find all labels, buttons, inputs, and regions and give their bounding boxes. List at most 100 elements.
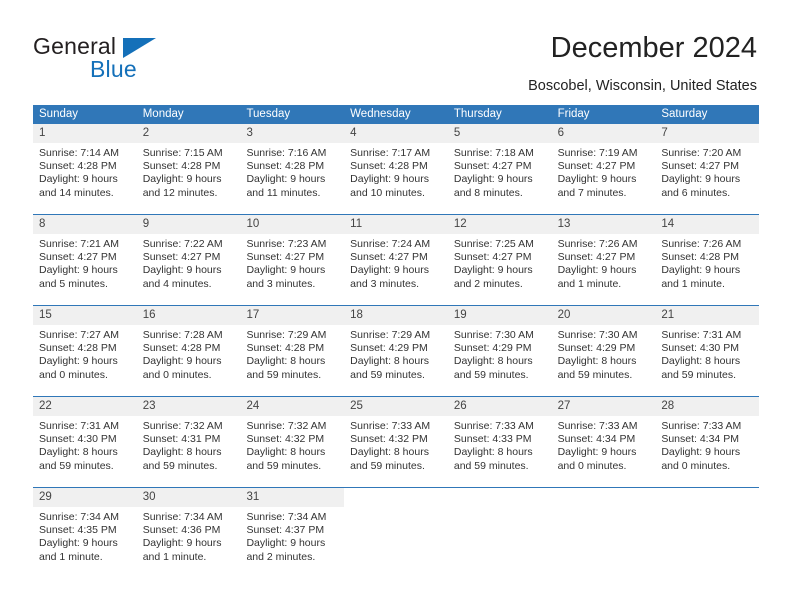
- daylight-duration-line1: Daylight: 8 hours: [350, 355, 429, 368]
- sunset-time: Sunset: 4:29 PM: [453, 342, 532, 355]
- day-details: Sunrise: 7:34 AM Sunset: 4:36 PM Daylight:…: [137, 507, 241, 564]
- sunset-time: Sunset: 4:36 PM: [142, 524, 221, 537]
- calendar-day-cell[interactable]: 27 Sunrise: 7:33 AM Sunset: 4:34 PM Dayligh…: [551, 397, 656, 487]
- calendar-day-cell[interactable]: 11 Sunrise: 7:24 AM Sunset: 4:27 PM Dayligh…: [344, 215, 448, 305]
- calendar-day-cell[interactable]: 12 Sunrise: 7:25 AM Sunset: 4:27 PM Dayligh…: [447, 215, 552, 305]
- weekday-header-monday: Monday: [142, 108, 184, 120]
- daylight-duration-line1: Daylight: 9 hours: [661, 446, 741, 459]
- calendar-day-cell[interactable]: 15 Sunrise: 7:27 AM Sunset: 4:28 PM Dayligh…: [33, 306, 137, 396]
- sunset-time: Sunset: 4:31 PM: [142, 433, 221, 446]
- sunset-time: Sunset: 4:32 PM: [350, 433, 428, 446]
- page-header: General Blue December 2024 Boscobel, Wis…: [0, 0, 792, 100]
- calendar-day-cell[interactable]: 19 Sunrise: 7:30 AM Sunset: 4:29 PM Dayligh…: [447, 306, 552, 396]
- calendar-day-cell[interactable]: 20 Sunrise: 7:30 AM Sunset: 4:29 PM Dayligh…: [551, 306, 656, 396]
- day-number: 24: [240, 397, 345, 416]
- sunset-time: Sunset: 4:33 PM: [453, 433, 532, 446]
- calendar-day-cell[interactable]: 9 Sunrise: 7:22 AM Sunset: 4:27 PM Daylight…: [136, 215, 241, 305]
- daylight-duration-line1: Daylight: 9 hours: [39, 173, 118, 186]
- sunset-time: Sunset: 4:27 PM: [557, 160, 636, 173]
- calendar-day-cell[interactable]: 4 Sunrise: 7:17 AM Sunset: 4:28 PM Daylight…: [344, 124, 448, 214]
- daylight-duration-line2: and 7 minutes.: [557, 186, 627, 199]
- calendar-day-cell[interactable]: 1 Sunrise: 7:14 AM Sunset: 4:28 PM Daylight…: [33, 124, 137, 214]
- day-details: Sunrise: 7:34 AM Sunset: 4:37 PM Daylight:…: [240, 507, 344, 564]
- day-number: 16: [136, 306, 241, 325]
- daylight-duration-line2: and 4 minutes.: [142, 277, 212, 290]
- day-number: 2: [136, 124, 241, 143]
- daylight-duration-line2: and 0 minutes.: [39, 368, 108, 381]
- daylight-duration-line1: Daylight: 8 hours: [453, 446, 533, 459]
- sunrise-time: Sunrise: 7:15 AM: [142, 147, 223, 159]
- general-blue-logo[interactable]: General Blue: [33, 33, 213, 85]
- day-details: Sunrise: 7:21 AM Sunset: 4:27 PM Daylight:…: [33, 234, 137, 291]
- calendar-day-cell[interactable]: 26 Sunrise: 7:33 AM Sunset: 4:33 PM Dayligh…: [447, 397, 552, 487]
- day-number: [344, 488, 448, 507]
- calendar-day-cell[interactable]: 21 Sunrise: 7:31 AM Sunset: 4:30 PM Dayligh…: [655, 306, 760, 396]
- calendar-day-cell[interactable]: 29 Sunrise: 7:34 AM Sunset: 4:35 PM Dayligh…: [33, 488, 137, 578]
- daylight-duration-line2: and 6 minutes.: [661, 186, 731, 199]
- day-details: Sunrise: 7:28 AM Sunset: 4:28 PM Daylight:…: [137, 325, 241, 382]
- daylight-duration-line2: and 0 minutes.: [557, 459, 627, 472]
- sunrise-time: Sunrise: 7:31 AM: [39, 420, 119, 432]
- calendar-day-cell[interactable]: 17 Sunrise: 7:29 AM Sunset: 4:28 PM Dayligh…: [240, 306, 345, 396]
- month-calendar: Sunday Monday Tuesday Wednesday Thursday…: [33, 105, 760, 578]
- sunset-time: Sunset: 4:27 PM: [350, 251, 428, 264]
- day-details: [655, 507, 759, 511]
- calendar-day-cell[interactable]: 14 Sunrise: 7:26 AM Sunset: 4:28 PM Dayligh…: [655, 215, 760, 305]
- sunrise-time: Sunrise: 7:29 AM: [246, 329, 327, 341]
- calendar-day-cell[interactable]: 13 Sunrise: 7:26 AM Sunset: 4:27 PM Dayligh…: [551, 215, 656, 305]
- calendar-day-cell[interactable]: 24 Sunrise: 7:32 AM Sunset: 4:32 PM Dayligh…: [240, 397, 345, 487]
- calendar-day-cell[interactable]: 5 Sunrise: 7:18 AM Sunset: 4:27 PM Daylight…: [447, 124, 552, 214]
- sunset-time: Sunset: 4:37 PM: [246, 524, 325, 537]
- day-details: Sunrise: 7:31 AM Sunset: 4:30 PM Daylight:…: [33, 416, 137, 473]
- calendar-day-cell[interactable]: 8 Sunrise: 7:21 AM Sunset: 4:27 PM Daylight…: [33, 215, 137, 305]
- daylight-duration-line2: and 5 minutes.: [39, 277, 108, 290]
- daylight-duration-line2: and 1 minute.: [142, 550, 207, 563]
- calendar-day-cell[interactable]: 7 Sunrise: 7:20 AM Sunset: 4:27 PM Daylight…: [655, 124, 760, 214]
- calendar-day-cell[interactable]: 16 Sunrise: 7:28 AM Sunset: 4:28 PM Dayligh…: [136, 306, 241, 396]
- daylight-duration-line1: Daylight: 8 hours: [246, 355, 326, 368]
- sunset-time: Sunset: 4:28 PM: [142, 342, 221, 355]
- daylight-duration-line1: Daylight: 8 hours: [661, 355, 741, 368]
- calendar-day-cell-empty: [447, 488, 552, 578]
- day-number: 9: [136, 215, 241, 234]
- calendar-day-cell[interactable]: 6 Sunrise: 7:19 AM Sunset: 4:27 PM Daylight…: [551, 124, 656, 214]
- sunset-time: Sunset: 4:28 PM: [350, 160, 428, 173]
- calendar-page: General Blue December 2024 Boscobel, Wis…: [0, 0, 792, 612]
- day-details: Sunrise: 7:33 AM Sunset: 4:32 PM Daylight:…: [344, 416, 448, 473]
- calendar-day-cell[interactable]: 31 Sunrise: 7:34 AM Sunset: 4:37 PM Dayligh…: [240, 488, 345, 578]
- page-title: December 2024: [550, 32, 757, 64]
- day-details: Sunrise: 7:23 AM Sunset: 4:27 PM Daylight:…: [240, 234, 344, 291]
- daylight-duration-line1: Daylight: 9 hours: [39, 537, 118, 550]
- daylight-duration-line1: Daylight: 9 hours: [142, 173, 222, 186]
- sunrise-time: Sunrise: 7:27 AM: [39, 329, 119, 341]
- sunset-time: Sunset: 4:27 PM: [142, 251, 221, 264]
- daylight-duration-line1: Daylight: 9 hours: [39, 355, 118, 368]
- day-details: [448, 507, 552, 511]
- calendar-day-cell[interactable]: 30 Sunrise: 7:34 AM Sunset: 4:36 PM Dayligh…: [136, 488, 241, 578]
- calendar-day-cell[interactable]: 23 Sunrise: 7:32 AM Sunset: 4:31 PM Dayligh…: [136, 397, 241, 487]
- sunrise-time: Sunrise: 7:26 AM: [661, 238, 742, 250]
- sunset-time: Sunset: 4:34 PM: [557, 433, 636, 446]
- day-number: 18: [344, 306, 448, 325]
- daylight-duration-line2: and 3 minutes.: [246, 277, 316, 290]
- calendar-day-cell[interactable]: 22 Sunrise: 7:31 AM Sunset: 4:30 PM Dayligh…: [33, 397, 137, 487]
- day-number: 17: [240, 306, 345, 325]
- daylight-duration-line1: Daylight: 9 hours: [350, 264, 429, 277]
- calendar-day-cell[interactable]: 10 Sunrise: 7:23 AM Sunset: 4:27 PM Dayligh…: [240, 215, 345, 305]
- day-number: 5: [447, 124, 552, 143]
- day-number: 25: [344, 397, 448, 416]
- day-details: Sunrise: 7:31 AM Sunset: 4:30 PM Daylight:…: [655, 325, 759, 382]
- calendar-day-cell[interactable]: 18 Sunrise: 7:29 AM Sunset: 4:29 PM Dayligh…: [344, 306, 448, 396]
- daylight-duration-line2: and 59 minutes.: [39, 459, 114, 472]
- day-number: 13: [551, 215, 656, 234]
- daylight-duration-line1: Daylight: 8 hours: [350, 446, 429, 459]
- calendar-day-cell[interactable]: 28 Sunrise: 7:33 AM Sunset: 4:34 PM Dayligh…: [655, 397, 760, 487]
- calendar-day-cell[interactable]: 25 Sunrise: 7:33 AM Sunset: 4:32 PM Dayligh…: [344, 397, 448, 487]
- sunset-time: Sunset: 4:28 PM: [246, 160, 325, 173]
- day-details: Sunrise: 7:30 AM Sunset: 4:29 PM Daylight:…: [552, 325, 656, 382]
- calendar-day-cell[interactable]: 2 Sunrise: 7:15 AM Sunset: 4:28 PM Daylight…: [136, 124, 241, 214]
- calendar-day-cell[interactable]: 3 Sunrise: 7:16 AM Sunset: 4:28 PM Daylight…: [240, 124, 345, 214]
- sunrise-time: Sunrise: 7:14 AM: [39, 147, 119, 159]
- daylight-duration-line2: and 59 minutes.: [557, 368, 633, 381]
- day-details: Sunrise: 7:33 AM Sunset: 4:34 PM Daylight:…: [655, 416, 759, 473]
